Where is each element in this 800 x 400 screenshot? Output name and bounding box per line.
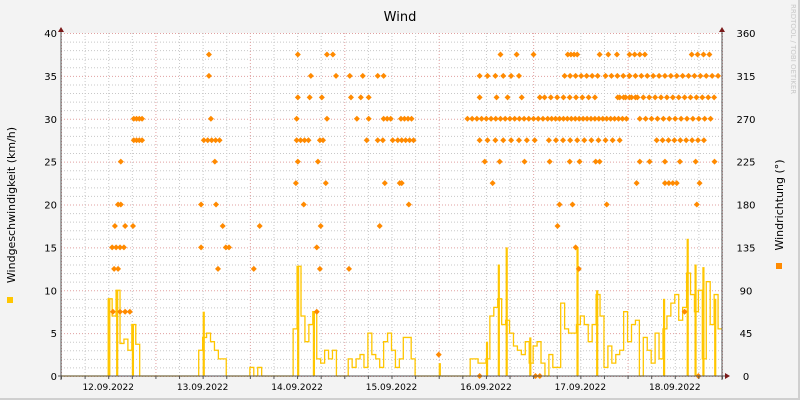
chart-title: Wind xyxy=(384,10,417,25)
y2-tick-label: 315 xyxy=(736,72,755,83)
legend-direction-swatch xyxy=(776,263,782,269)
x-tick-label: 12.09.2022 xyxy=(82,383,134,393)
y2-axis-arrow-icon xyxy=(719,27,725,32)
x-tick-label: 16.09.2022 xyxy=(460,383,512,393)
y-tick-labels: 0 5 10 15 20 25 30 35 40 xyxy=(44,29,57,383)
x-tick-label: 14.09.2022 xyxy=(271,383,323,393)
y-axis-arrow-icon xyxy=(58,27,64,32)
x-tick-labels: 12.09.2022 13.09.2022 14.09.2022 15.09.2022… xyxy=(82,383,700,393)
y2-tick-label: 180 xyxy=(736,201,755,212)
y-tick-label: 30 xyxy=(44,115,57,126)
watermark: RRDTOOL / TOBI OETIKER xyxy=(789,4,797,94)
y-tick-label: 5 xyxy=(51,329,57,340)
y2-tick-label: 0 xyxy=(743,372,749,383)
y2-tick-label: 270 xyxy=(736,115,755,126)
y2-tick-label: 45 xyxy=(740,329,753,340)
y2-tick-label: 90 xyxy=(740,286,753,297)
y2-tick-labels: 0 45 90 135 180 225 270 315 360 xyxy=(736,29,755,383)
y2-axis-label: Windrichtung (°) xyxy=(773,159,786,250)
y-axis-label: Windgeschwindigkeit (km/h) xyxy=(5,127,18,283)
speed-bar xyxy=(438,363,441,376)
speed-bar xyxy=(694,264,697,376)
x-axis-arrow-icon xyxy=(725,373,730,379)
y-tick-label: 25 xyxy=(44,158,57,169)
y-tick-label: 40 xyxy=(44,29,57,40)
y2-tick-label: 360 xyxy=(736,29,755,40)
y2-tick-label: 135 xyxy=(736,243,755,254)
y-tick-label: 20 xyxy=(44,201,57,212)
y-tick-label: 0 xyxy=(51,372,57,383)
y2-tick-label: 225 xyxy=(736,158,755,169)
y-tick-label: 15 xyxy=(44,243,57,254)
x-tick-label: 17.09.2022 xyxy=(555,383,607,393)
speed-bar xyxy=(497,264,500,376)
x-tick-label: 13.09.2022 xyxy=(177,383,229,393)
x-tick-label: 15.09.2022 xyxy=(366,383,418,393)
y-tick-label: 10 xyxy=(44,286,57,297)
wind-chart: Wind 0 5 10 15 20 25 30 35 40 0 45 90 135 180 225 270 3… xyxy=(5,4,797,393)
legend-speed-swatch xyxy=(7,297,13,303)
x-tick-label: 18.09.2022 xyxy=(649,383,701,393)
y-tick-label: 35 xyxy=(44,72,57,83)
speed-bar xyxy=(505,247,508,376)
